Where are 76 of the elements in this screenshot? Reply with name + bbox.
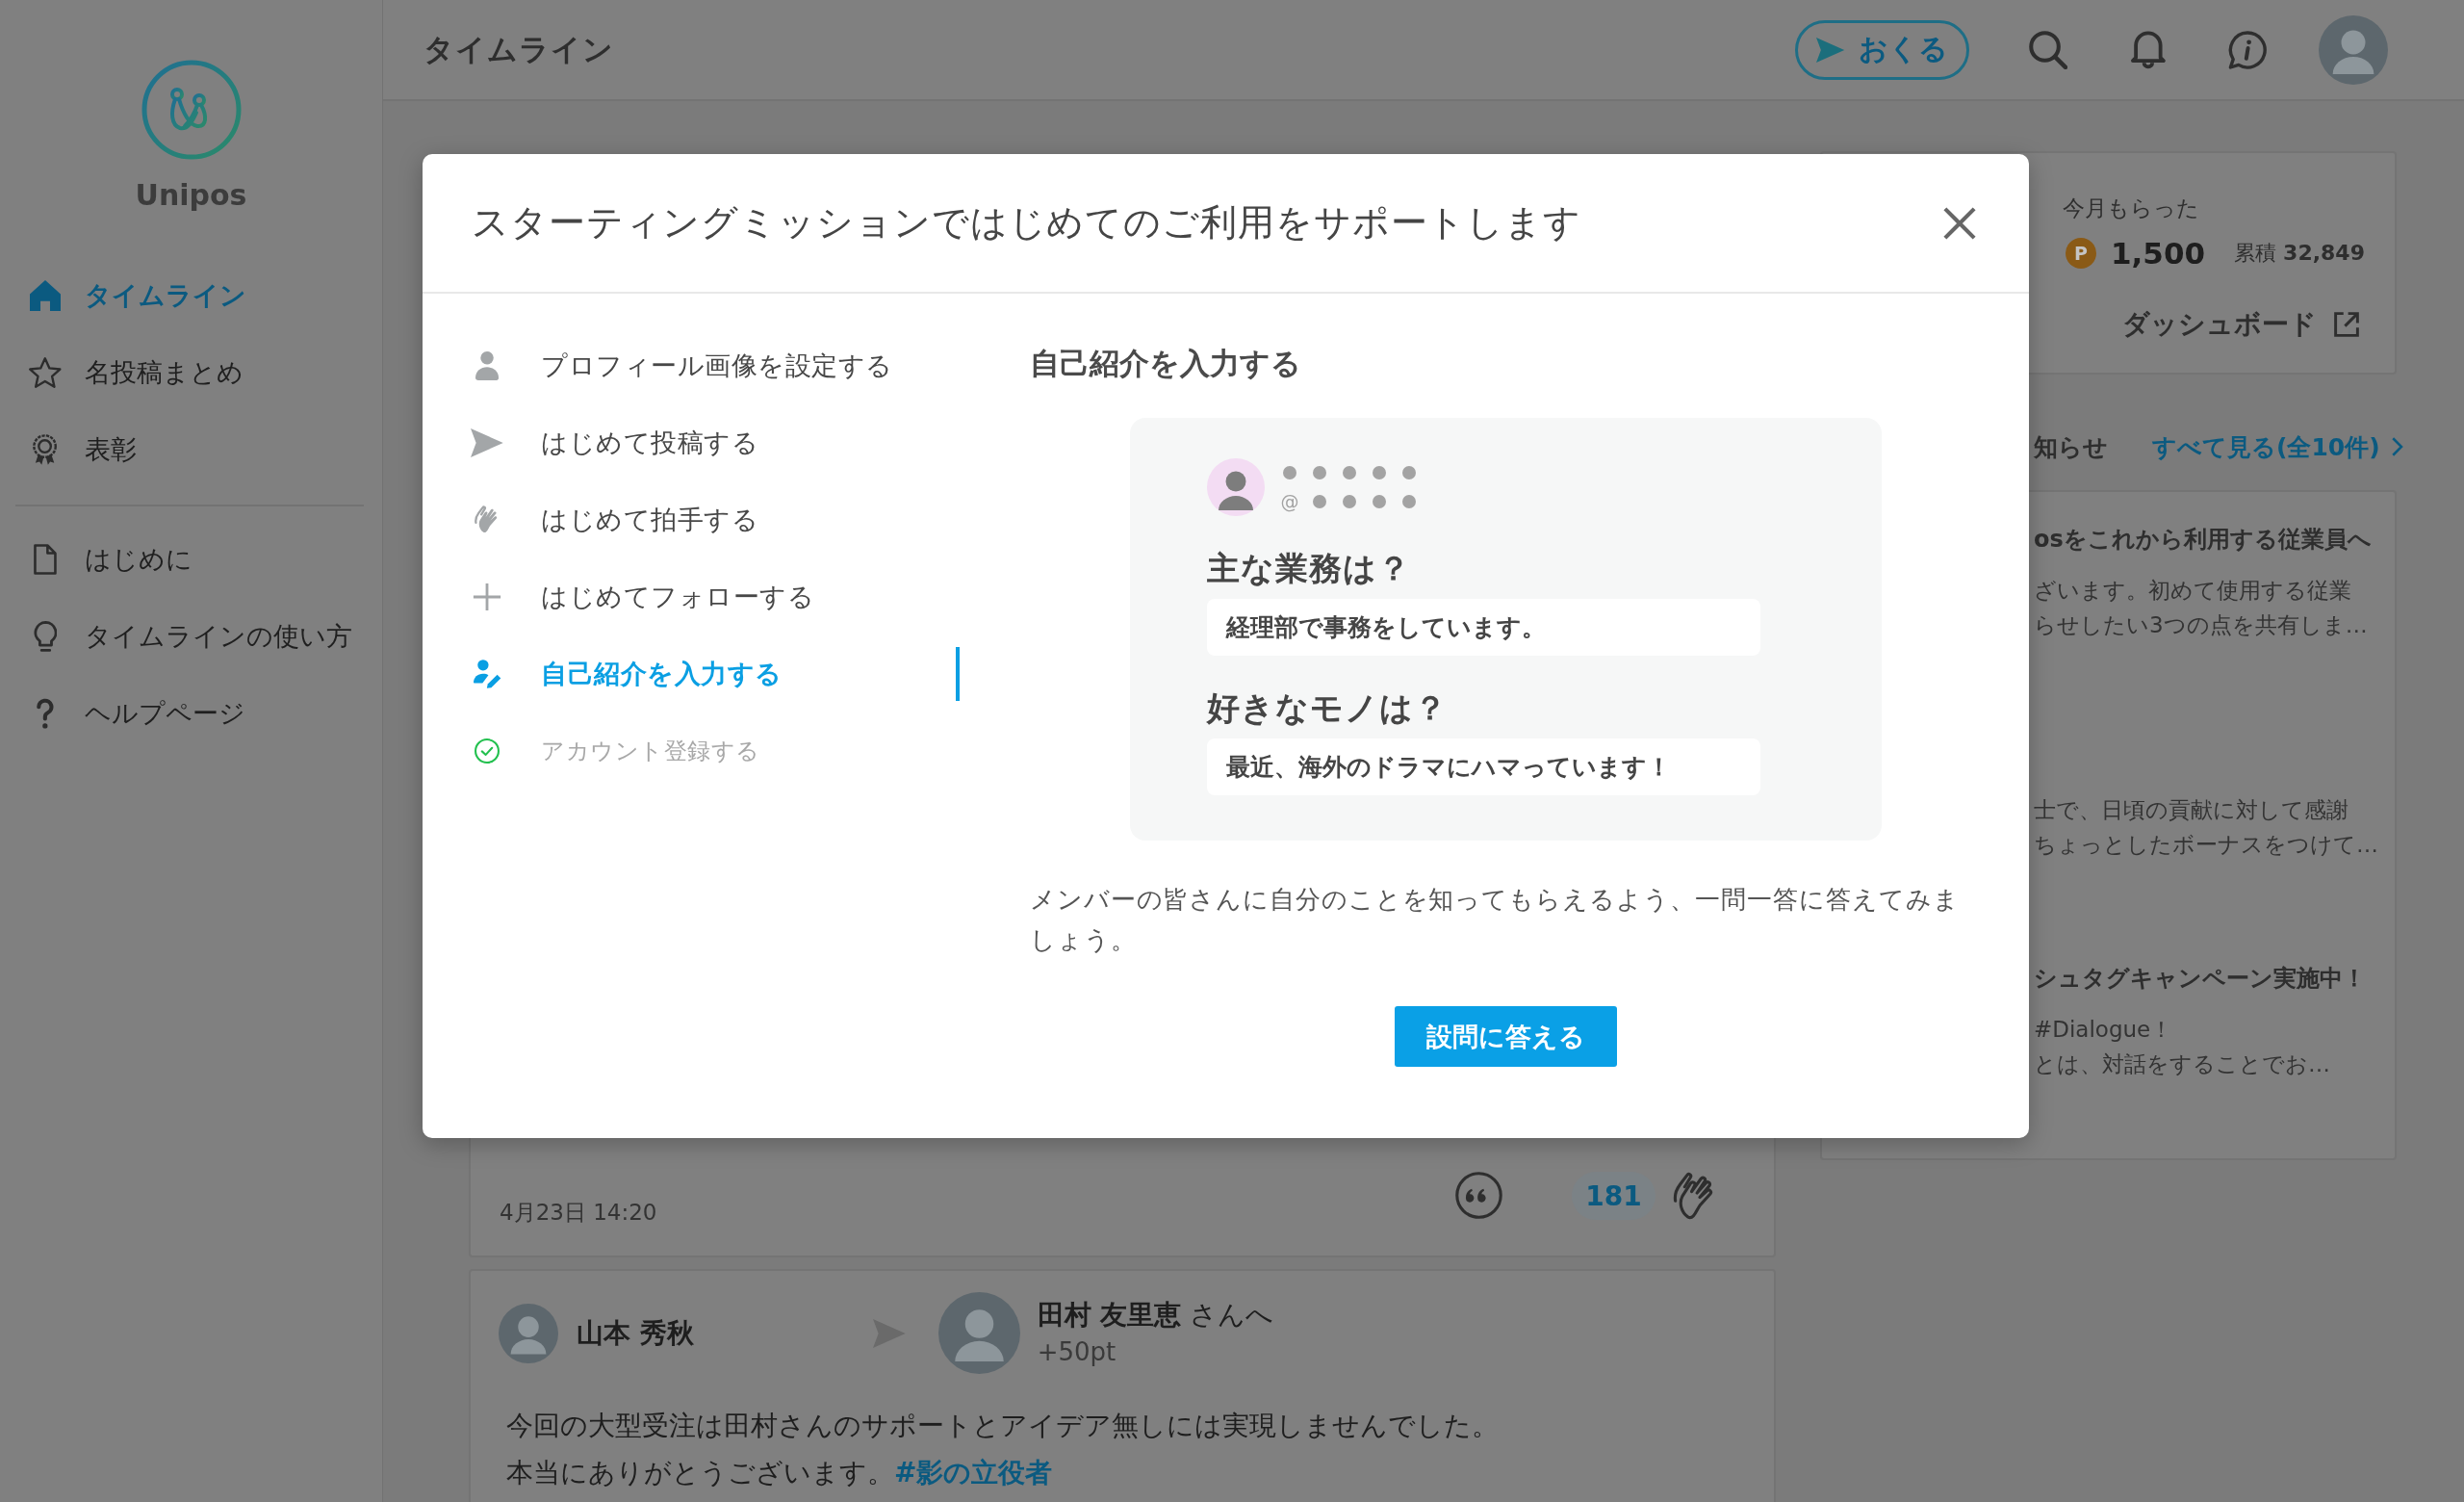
announcement-title[interactable]: シュタグキャンペーン実施中！ <box>2034 961 2393 996</box>
announcement-body: ざいます。初めて使用する従業 らせしたい3つの点を共有しま… <box>2034 577 2369 639</box>
avatar-icon <box>937 1292 1020 1374</box>
sender-name: 山本 秀秋 <box>577 1315 694 1351</box>
dashboard-link[interactable]: ダッシュボード <box>2122 306 2359 343</box>
dot-icon <box>1373 465 1386 479</box>
help-icon <box>36 698 55 729</box>
dot-icon <box>1313 494 1326 508</box>
hand-icon <box>475 505 500 534</box>
nav-item[interactable]: 表彰 <box>0 411 382 488</box>
search-icon[interactable] <box>2029 30 2067 69</box>
post-message: 今回の大型受注は田村さんのサポートとアイデア無しには実現しませんでした。 本当にありがとうございます。#影の立役者 <box>505 1409 1500 1490</box>
mission-step[interactable]: はじめてフォローする <box>423 558 960 635</box>
quote-icon[interactable] <box>1455 1172 1502 1219</box>
mission-step[interactable]: プロフィール画像を設定する <box>423 327 960 404</box>
points-label: 今月もらった <box>2063 194 2200 222</box>
home-icon <box>30 280 61 311</box>
page-title: タイムライン <box>424 30 614 68</box>
points-value: 1,500 <box>2111 235 2206 272</box>
post-timestamp: 4月23日 14:20 <box>500 1200 657 1225</box>
step-description: メンバーの皆さんに自分のことを知ってもらえるよう、一問一答に答えてみましょう。 <box>1030 884 1961 956</box>
person-edit-icon <box>473 660 501 688</box>
avatar-icon <box>1207 458 1265 516</box>
step-heading: 自己紹介を入力する <box>1030 345 1302 382</box>
mission-step[interactable]: はじめて投稿する <box>423 404 960 481</box>
logo-icon <box>141 60 242 160</box>
dot-icon <box>1402 494 1416 508</box>
recipient-name: 田村 友里恵 さんへ <box>1037 1298 1274 1333</box>
send-icon <box>471 428 503 457</box>
plus-icon <box>473 583 501 611</box>
points-awarded: +50pt <box>1037 1336 1117 1368</box>
mission-step[interactable]: 自己紹介を入力する <box>423 635 960 712</box>
close-icon[interactable] <box>1943 206 1976 240</box>
avatar-icon[interactable] <box>2319 14 2388 85</box>
send-icon <box>1816 37 1845 63</box>
send-button[interactable]: おくる <box>1795 19 1969 80</box>
person-icon <box>475 351 500 380</box>
star-icon <box>29 357 62 388</box>
mission-step[interactable]: アカウント登録する <box>423 712 960 790</box>
question-label: 好きなモノは？ <box>1207 687 1449 729</box>
answer-field: 最近、海外のドラマにハマっています！ <box>1207 738 1760 795</box>
dot-icon <box>1343 494 1356 508</box>
section-title: 知らせ <box>2034 431 2108 463</box>
info-icon[interactable] <box>2228 30 2267 69</box>
mission-step[interactable]: はじめて拍手する <box>423 481 960 558</box>
dot-icon <box>1313 465 1326 479</box>
dot-icon <box>1283 465 1296 479</box>
check-circle-icon <box>475 738 500 764</box>
dot-icon <box>1402 465 1416 479</box>
nav-item[interactable]: タイムライン <box>0 257 382 334</box>
answer-button[interactable]: 設問に答える <box>1395 1006 1617 1067</box>
question-label: 主な業務は？ <box>1207 548 1412 589</box>
announcement-title[interactable]: osをこれから利用する従業員へ <box>2034 522 2393 557</box>
award-icon <box>33 434 58 465</box>
lightbulb-icon <box>33 621 58 652</box>
notification-bell-icon[interactable] <box>2131 30 2166 69</box>
chevron-right-icon <box>2391 437 2403 456</box>
announcement-body: #Dialogue！ とは、対話をすることでお… <box>2034 1016 2331 1078</box>
external-link-icon <box>2334 312 2359 337</box>
document-icon <box>34 544 57 575</box>
see-all-link[interactable]: すべて見る(全10件) <box>2152 430 2403 463</box>
announcement-body: 士で、日頃の貢献に対して感謝 ちょっとしたボーナスをつけて… <box>2034 796 2379 859</box>
nav-item[interactable]: 名投稿まとめ <box>0 334 382 411</box>
clap-count-badge: 181 <box>1572 1172 1656 1220</box>
avatar-icon <box>499 1303 558 1363</box>
modal-title: スターティングミッションではじめてのご利用をサポートします <box>472 200 1582 246</box>
point-coin: P <box>2066 238 2096 269</box>
logo-text: Unipos <box>135 177 247 214</box>
nav-link[interactable]: ヘルプページ <box>0 675 382 752</box>
dot-icon <box>1343 465 1356 479</box>
dot-icon <box>1373 494 1386 508</box>
total-points: 累積 32,849 <box>2234 240 2365 267</box>
nav-link[interactable]: タイムラインの使い方 <box>0 598 382 675</box>
hashtag-link[interactable]: #影の立役者 <box>894 1457 1053 1489</box>
nav-link[interactable]: はじめに <box>0 521 382 598</box>
answer-field: 経理部で事務をしています。 <box>1207 599 1760 656</box>
